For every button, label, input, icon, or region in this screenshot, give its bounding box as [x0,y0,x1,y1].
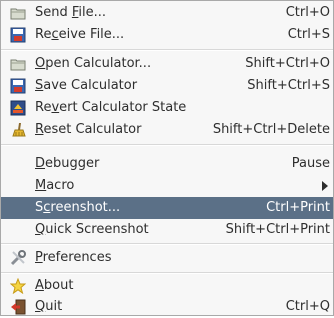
quit-icon [11,299,26,315]
shortcut-label: Ctrl+O [285,5,330,20]
menu-item-revert-calculator-state[interactable]: Revert Calculator State [1,97,333,119]
menu-item-label: Debugger [35,156,100,171]
menu-item-label: Open Calculator... [35,56,152,71]
menu-item-reset-calculator[interactable]: Reset Calculator Shift+Ctrl+Delete [1,119,333,141]
menu-item-label: Quick Screenshot [35,222,149,237]
menu-item-preferences[interactable]: Preferences [1,247,333,269]
menu-item-label: About [35,278,74,293]
menu-item-about[interactable]: About [1,275,333,297]
menu-item-receive-file[interactable]: Receive File... Ctrl+S [1,24,333,46]
menu-item-label: Revert Calculator State [35,100,187,115]
folder-icon [10,8,26,20]
menu-item-label: Save Calculator [35,78,138,93]
menu-item-save-calculator[interactable]: Save Calculator Shift+Ctrl+S [1,75,333,97]
menu-item-label: Send File... [35,5,107,20]
menu-item-label: Quit [35,299,63,314]
shortcut-label: Shift+Ctrl+Delete [212,122,330,137]
shortcut-label: Shift+Ctrl+O [245,56,330,71]
menu-item-send-file[interactable]: Send File... Ctrl+O [1,2,333,24]
menu-item-macro[interactable]: Macro [1,175,333,197]
shortcut-label: Shift+Ctrl+Print [225,222,330,237]
menu-item-label: Screenshot... [35,200,121,215]
shortcut-label: Ctrl+Q [285,299,330,314]
clear-broom-icon [12,123,26,137]
shortcut-label: Shift+Ctrl+S [247,78,330,93]
shortcut-label: Pause [291,156,330,171]
menu-item-open-calculator[interactable]: Open Calculator... Shift+Ctrl+O [1,53,333,75]
menu-separator [1,243,333,245]
submenu-arrow-icon [322,181,328,191]
menu-separator [1,144,333,146]
revert-icon [10,100,26,116]
shortcut-label: Ctrl+Print [266,200,330,215]
folder-icon [10,59,26,71]
application-menu: Send File... Ctrl+O Receive File... Ctrl… [0,0,334,316]
menu-item-screenshot[interactable]: Screenshot... Ctrl+Print [1,197,333,219]
menu-separator [1,272,333,274]
preferences-icon [10,250,26,266]
menu-item-label: Preferences [35,250,112,265]
menu-item-label: Reset Calculator [35,122,142,137]
shortcut-label: Ctrl+S [287,27,330,42]
save-floppy-icon [10,78,26,94]
menu-item-label: Receive File... [35,27,125,42]
star-icon [10,278,26,294]
menu-item-debugger[interactable]: Debugger Pause [1,153,333,175]
menu-separator [1,49,333,51]
menu-item-quit[interactable]: Quit Ctrl+Q [1,296,333,318]
save-floppy-icon [10,27,26,43]
menu-item-quick-screenshot[interactable]: Quick Screenshot Shift+Ctrl+Print [1,219,333,241]
menu-item-label: Macro [35,178,75,193]
